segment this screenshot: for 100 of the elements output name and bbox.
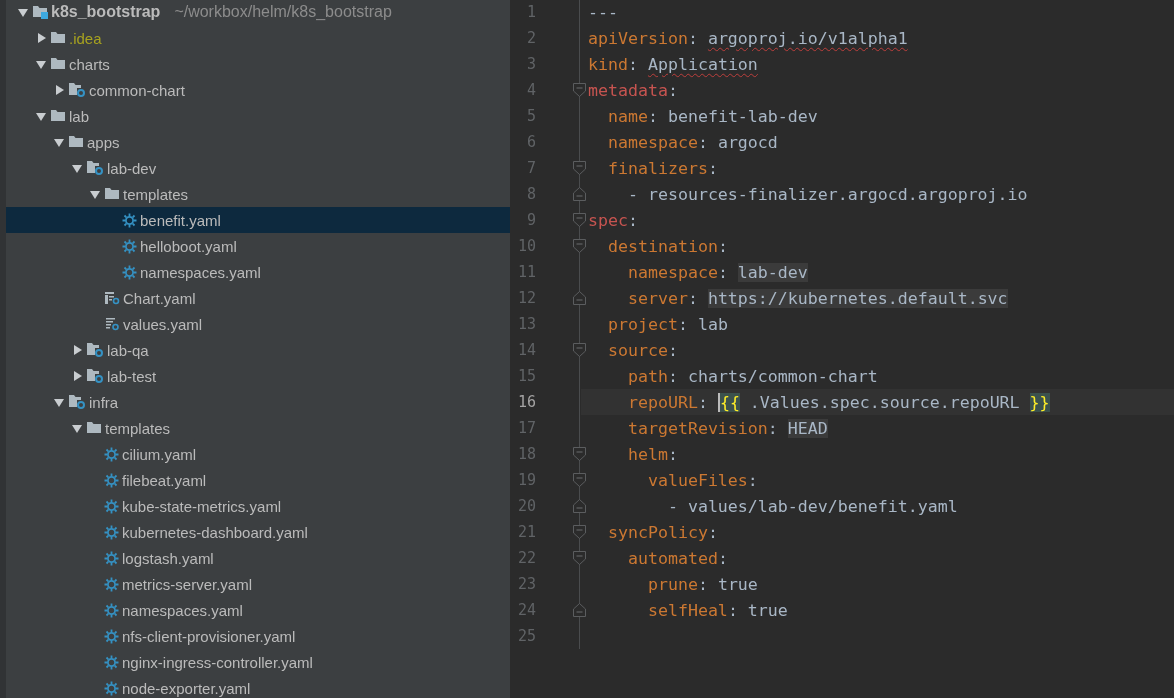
tree-item[interactable]: filebeat.yaml xyxy=(6,467,510,493)
tree-item-label: logstash.yaml xyxy=(122,549,214,567)
punctuation: : xyxy=(707,158,718,178)
expand-arrow-icon[interactable] xyxy=(72,163,82,173)
project-folder-icon xyxy=(32,5,48,19)
tree-item[interactable]: kube-state-metrics.yaml xyxy=(6,493,510,519)
tree-item[interactable]: benefit.yaml xyxy=(6,207,510,233)
gear-icon xyxy=(104,446,119,462)
punctuation: : xyxy=(707,522,718,542)
tree-item-label: lab xyxy=(69,107,90,125)
yaml-key: name xyxy=(588,106,648,126)
fold-marker-icon[interactable] xyxy=(573,213,586,227)
line-number: 7 xyxy=(525,159,536,177)
project-path: ~/workbox/helm/k8s_bootstrap xyxy=(174,3,392,21)
yaml-key: syncPolicy xyxy=(588,522,708,542)
tree-item[interactable]: charts xyxy=(6,51,510,77)
expand-arrow-icon[interactable] xyxy=(54,137,64,147)
tree-item[interactable]: metrics-server.yaml xyxy=(6,571,510,597)
tree-item[interactable]: cilium.yaml xyxy=(6,441,510,467)
tree-item-label: namespaces.yaml xyxy=(122,601,243,619)
tree-item[interactable]: templates xyxy=(6,181,510,207)
yaml-key: finalizers xyxy=(588,158,708,178)
punctuation: : xyxy=(717,236,728,256)
yaml-key: automated xyxy=(588,548,718,568)
tree-item[interactable]: common-chart xyxy=(6,77,510,103)
tree-item-label: filebeat.yaml xyxy=(122,471,207,489)
tree-item[interactable]: values.yaml xyxy=(6,311,510,337)
folder-icon xyxy=(50,31,66,45)
punctuation: : xyxy=(627,210,638,230)
tree-item-label: cilium.yaml xyxy=(122,445,197,463)
tree-item[interactable]: namespaces.yaml xyxy=(6,259,510,285)
punctuation: : xyxy=(747,470,758,490)
yaml-value: lab xyxy=(697,314,728,334)
line-number: 12 xyxy=(516,289,536,307)
tree-item[interactable]: lab-test xyxy=(6,363,510,389)
punctuation: --- xyxy=(588,2,618,22)
expand-arrow-icon[interactable] xyxy=(36,59,46,69)
tree-item[interactable]: lab-dev xyxy=(6,155,510,181)
fold-marker-icon[interactable] xyxy=(573,161,586,175)
yaml-value: - values/lab-dev/benefit.yaml xyxy=(666,496,958,516)
expand-arrow-icon[interactable] xyxy=(90,189,100,199)
tree-item[interactable]: Chart.yaml xyxy=(6,285,510,311)
yaml-value: argocd xyxy=(717,132,778,152)
yaml-value: Application xyxy=(647,54,758,74)
collapse-arrow-icon[interactable] xyxy=(72,371,82,381)
gear-icon xyxy=(104,576,119,592)
yaml-key: path xyxy=(588,366,668,386)
tree-item[interactable]: nginx-ingress-controller.yaml xyxy=(6,649,510,675)
line-number: 23 xyxy=(516,575,536,593)
tree-item[interactable]: node-exporter.yaml xyxy=(6,675,510,698)
fold-marker-icon[interactable] xyxy=(573,239,586,253)
expand-arrow-icon[interactable] xyxy=(54,397,64,407)
yaml-key: metadata xyxy=(588,80,668,100)
collapse-arrow-icon[interactable] xyxy=(54,85,64,95)
tree-item-label: Chart.yaml xyxy=(123,289,196,307)
collapse-arrow-icon[interactable] xyxy=(72,345,82,355)
tree-item[interactable]: lab xyxy=(6,103,510,129)
tree-item[interactable]: templates xyxy=(6,415,510,441)
tree-item[interactable]: apps xyxy=(6,129,510,155)
punctuation: : xyxy=(697,132,709,152)
fold-marker-icon[interactable] xyxy=(573,447,586,461)
tree-item-label: lab-test xyxy=(107,367,157,385)
tree-item[interactable]: .idea xyxy=(6,25,510,51)
fold-end-marker-icon[interactable] xyxy=(573,499,586,513)
line-number: 14 xyxy=(516,341,536,359)
yaml-value: true xyxy=(747,600,788,620)
fold-marker-icon[interactable] xyxy=(573,551,586,565)
tree-item-label: infra xyxy=(89,393,119,411)
yaml-key: namespace xyxy=(588,132,698,152)
tree-item[interactable]: logstash.yaml xyxy=(6,545,510,571)
fold-marker-icon[interactable] xyxy=(573,343,586,357)
fold-marker-icon[interactable] xyxy=(573,525,586,539)
fold-marker-icon[interactable] xyxy=(573,473,586,487)
line-number: 2 xyxy=(525,29,536,47)
tree-item[interactable]: kubernetes-dashboard.yaml xyxy=(6,519,510,545)
tree-item[interactable]: infra xyxy=(6,389,510,415)
tree-item-label: node-exporter.yaml xyxy=(122,679,251,697)
folder-icon xyxy=(86,421,102,435)
yaml-key: kind xyxy=(588,54,628,74)
fold-end-marker-icon[interactable] xyxy=(573,603,586,617)
line-number: 6 xyxy=(525,133,536,151)
tree-item[interactable]: nfs-client-provisioner.yaml xyxy=(6,623,510,649)
yaml-key: project xyxy=(588,314,678,334)
tree-item[interactable]: helloboot.yaml xyxy=(6,233,510,259)
tree-item[interactable]: k8s_bootstrap ~/workbox/helm/k8s_bootstrap xyxy=(6,0,510,25)
expand-arrow-icon[interactable] xyxy=(18,7,28,17)
yaml-value: argoproj.io/v1alpha1 xyxy=(707,28,908,48)
line-number: 25 xyxy=(516,627,536,645)
punctuation: : xyxy=(667,444,678,464)
tree-item-label: common-chart xyxy=(89,81,185,99)
folder-icon xyxy=(50,57,66,71)
tree-item[interactable]: namespaces.yaml xyxy=(6,597,510,623)
fold-marker-icon[interactable] xyxy=(573,83,586,97)
collapse-arrow-icon[interactable] xyxy=(36,33,46,43)
expand-arrow-icon[interactable] xyxy=(72,423,82,433)
tree-item[interactable]: lab-qa xyxy=(6,337,510,363)
fold-end-marker-icon[interactable] xyxy=(573,291,586,305)
expand-arrow-icon[interactable] xyxy=(36,111,46,121)
tree-item-label: namespaces.yaml xyxy=(140,263,261,281)
fold-end-marker-icon[interactable] xyxy=(573,187,586,201)
